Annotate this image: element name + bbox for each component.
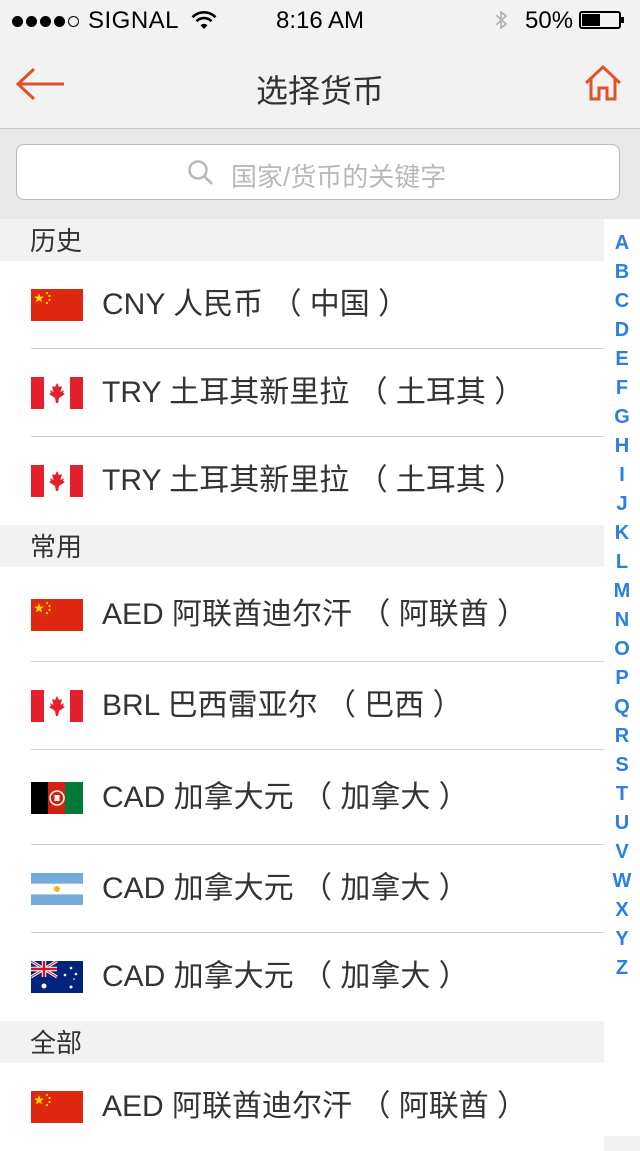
index-letter-e[interactable]: E [604,348,640,371]
index-letter-f[interactable]: F [604,377,640,400]
currency-label: TRY 土耳其新里拉 （ 土耳其 ） [102,464,525,497]
list-item[interactable]: TRY 土耳其新里拉 （ 土耳其 ） [0,349,604,437]
currency-list: 历史 CNY 人民币 （ 中国 ） TRY 土耳其新里拉 （ 土耳其 ） TRY… [0,219,604,1151]
list-item[interactable]: CAD 加拿大元 （ 加拿大 ） [0,933,604,1021]
index-letter-b[interactable]: B [604,261,640,284]
index-letter-c[interactable]: C [604,290,640,313]
index-letter-k[interactable]: K [604,522,640,545]
index-letter-y[interactable]: Y [604,928,640,951]
index-letter-q[interactable]: Q [604,696,640,719]
flag-china-icon [31,599,83,631]
currency-label: CAD 加拿大元 （ 加拿大 ） [102,781,469,814]
battery-percentage: 50% [525,7,574,34]
search-bar: 国家/货币的关键字 [0,129,640,219]
currency-label: TRY 土耳其新里拉 （ 土耳其 ） [102,376,525,409]
section-header-history: 历史 [0,219,604,261]
search-icon [188,160,213,185]
index-letter-t[interactable]: T [604,783,640,806]
status-bar: SIGNAL 8:16 AM 50% [0,0,640,40]
flag-canada-icon [31,690,83,722]
index-letter-i[interactable]: I [604,464,640,487]
list-item[interactable]: TRY 土耳其新里拉 （ 土耳其 ） [0,437,604,525]
list-item[interactable]: BRL 巴西雷亚尔 （ 巴西 ） [0,662,604,750]
index-letter-s[interactable]: S [604,754,640,777]
section-header-common: 常用 [0,525,604,567]
navigation-bar: 选择货币 [0,40,640,129]
index-letter-o[interactable]: O [604,638,640,661]
list-item[interactable]: AED 阿联酋迪尔汗 （ 阿联酋 ） [0,1063,604,1151]
currency-label: AED 阿联酋迪尔汗 （ 阿联酋 ） [102,598,528,631]
search-input[interactable]: 国家/货币的关键字 [16,144,620,200]
currency-label: CNY 人民币 （ 中国 ） [102,288,409,321]
section-header-all: 全部 [0,1021,604,1063]
list-item[interactable]: CNY 人民币 （ 中国 ） [0,261,604,349]
index-letter-m[interactable]: M [604,580,640,603]
home-icon[interactable] [582,62,624,104]
list-item[interactable]: CAD 加拿大元 （ 加拿大 ） [0,750,604,845]
index-letter-n[interactable]: N [604,609,640,632]
list-item[interactable]: CAD 加拿大元 （ 加拿大 ） [0,845,604,933]
index-letter-l[interactable]: L [604,551,640,574]
index-letter-h[interactable]: H [604,435,640,458]
index-letter-v[interactable]: V [604,841,640,864]
list-item[interactable]: AED 阿联酋迪尔汗 （ 阿联酋 ） [0,567,604,662]
page-title: 选择货币 [255,73,384,109]
flag-argentina-icon [31,873,83,905]
index-letter-z[interactable]: Z [604,957,640,980]
currency-label: CAD 加拿大元 （ 加拿大 ） [102,872,469,905]
flag-china-icon [31,289,83,321]
index-letter-x[interactable]: X [604,899,640,922]
flag-australia-icon [31,961,83,993]
index-letter-d[interactable]: D [604,319,640,342]
bluetooth-icon [495,10,508,30]
flag-canada-icon [31,465,83,497]
currency-label: BRL 巴西雷亚尔 （ 巴西 ） [102,689,463,722]
search-placeholder: 国家/货币的关键字 [231,162,447,192]
battery-icon [579,11,624,29]
index-letter-w[interactable]: W [604,870,640,893]
alphabet-index[interactable]: ABCDEFGHIJKLMNOPQRSTUVWXYZ [604,219,640,1136]
index-letter-a[interactable]: A [604,232,640,255]
index-letter-u[interactable]: U [604,812,640,835]
flag-afghanistan-icon [31,782,83,814]
currency-label: AED 阿联酋迪尔汗 （ 阿联酋 ） [102,1090,528,1123]
index-letter-r[interactable]: R [604,725,640,748]
flag-china-icon [31,1091,83,1123]
index-letter-p[interactable]: P [604,667,640,690]
currency-label: CAD 加拿大元 （ 加拿大 ） [102,960,469,993]
index-letter-j[interactable]: J [604,493,640,516]
index-letter-g[interactable]: G [604,406,640,429]
flag-canada-icon [31,377,83,409]
